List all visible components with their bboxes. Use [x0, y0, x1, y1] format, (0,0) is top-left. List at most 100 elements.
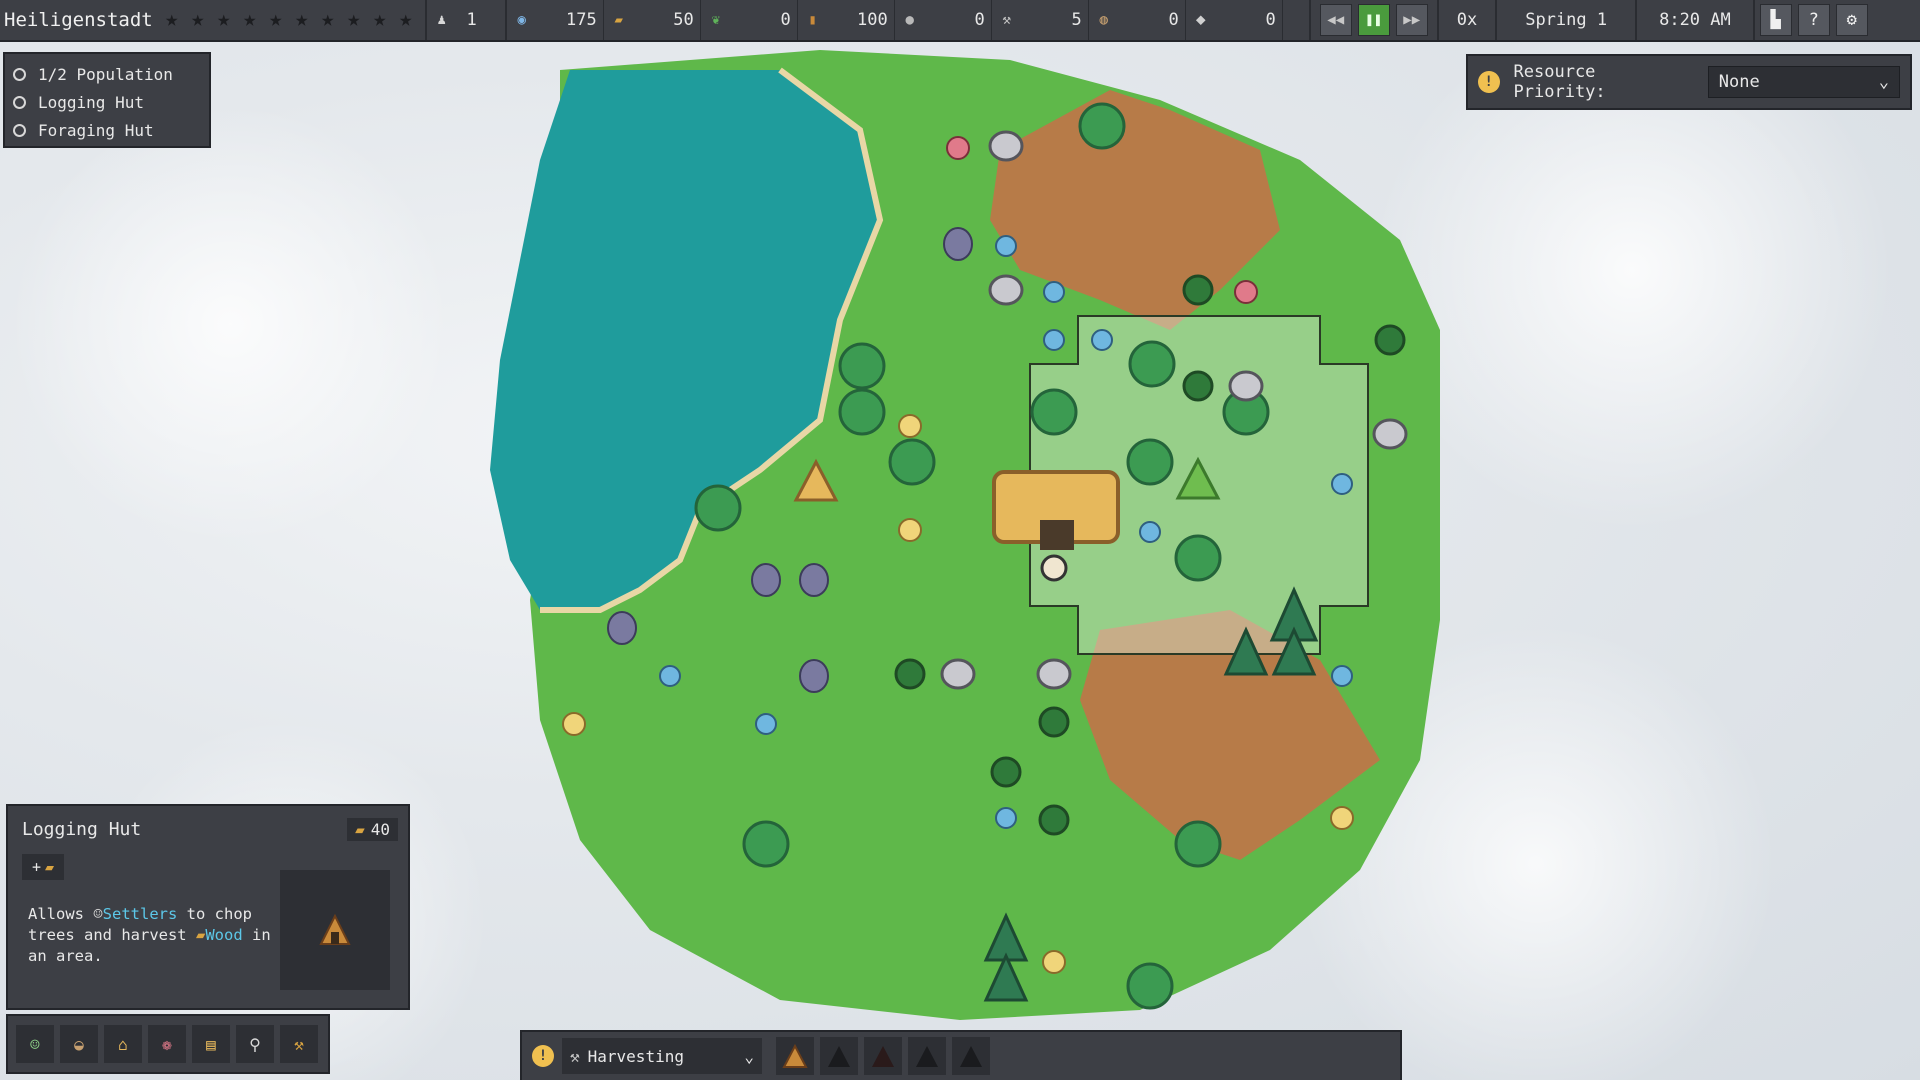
locked-building-icon: [828, 1046, 850, 1067]
storage-tool-button[interactable]: ▤: [192, 1025, 230, 1063]
building-slot-logging-hut[interactable]: [776, 1037, 814, 1075]
resource-stone[interactable]: ● 0: [895, 0, 992, 40]
inspect-tool-button[interactable]: ⚲: [236, 1025, 274, 1063]
plus-sign: +: [31, 858, 41, 876]
settings-button[interactable]: ⚙: [1835, 4, 1868, 36]
demolish-tool-button[interactable]: ⚒: [280, 1025, 318, 1063]
checkbox-icon: [13, 123, 26, 137]
help-button[interactable]: ?: [1797, 4, 1830, 36]
star-icon: ★: [295, 7, 309, 32]
wood-icon: ▰: [45, 858, 55, 876]
adds-resource-badge: + ▰: [22, 854, 64, 880]
objective-label: Logging Hut: [38, 92, 144, 112]
priority-icon: !: [532, 1045, 554, 1067]
resource-herb[interactable]: ❦ 0: [701, 0, 798, 40]
building-slot-locked[interactable]: [952, 1037, 990, 1075]
logging-hut-icon: [782, 1043, 808, 1068]
berries-icon: ❁: [162, 1034, 172, 1054]
resource-food[interactable]: ◍ 0: [1089, 0, 1186, 40]
resource-metal[interactable]: ⬥ 0: [1186, 0, 1283, 40]
info-header: Logging Hut ▰ 40: [8, 806, 408, 846]
checkbox-icon: [13, 67, 26, 81]
category-label: Harvesting: [587, 1046, 684, 1066]
wood-link: Wood: [205, 926, 243, 944]
building-slot-locked[interactable]: [908, 1037, 946, 1075]
chevron-down-icon: ⌄: [744, 1046, 754, 1066]
resources-tool-button[interactable]: ❁: [148, 1025, 186, 1063]
star-rating: ★ ★ ★ ★ ★ ★ ★ ★ ★ ★: [161, 9, 417, 31]
housing-tool-button[interactable]: ⌂: [104, 1025, 142, 1063]
food-icon: ◍: [1099, 12, 1108, 28]
speed-up-button[interactable]: ▶▶: [1395, 4, 1428, 36]
resource-wood[interactable]: ▰ 50: [604, 0, 701, 40]
objective-item: Logging Hut: [13, 88, 201, 116]
objective-item: 1/2 Population: [13, 60, 201, 88]
food-tool-button[interactable]: ◒: [60, 1025, 98, 1063]
settlers-icon: ☺: [93, 905, 103, 923]
resource-value: 0: [974, 10, 985, 30]
stats-button[interactable]: ▙: [1759, 4, 1792, 36]
chevron-down-icon: ⌄: [1878, 72, 1890, 92]
resource-value: 175: [566, 10, 597, 30]
pause-button[interactable]: ❚❚: [1357, 4, 1390, 36]
locked-building-icon: [960, 1046, 982, 1067]
wood-icon: ▰: [195, 926, 206, 944]
fast-forward-icon: ▶▶: [1403, 12, 1421, 28]
priority-dropdown[interactable]: None ⌄: [1707, 66, 1901, 98]
objective-label: Foraging Hut: [38, 120, 154, 140]
resource-bar: ◉ 175 ▰ 50 ❦ 0 ▮ 100 ● 0 ⚒ 5 ◍ 0 ⬥ 0: [504, 0, 1283, 40]
objective-item: Foraging Hut: [13, 116, 201, 144]
desc-text: Allows: [28, 905, 94, 923]
speed-controls: ◀◀ ❚❚ ▶▶: [1308, 0, 1437, 40]
population-value: 1: [466, 10, 477, 30]
population-counter[interactable]: ♟ 1: [424, 0, 483, 40]
season-label: Spring 1: [1495, 0, 1635, 40]
settlers-tool-button[interactable]: ☺: [16, 1025, 54, 1063]
resource-plank[interactable]: ▮ 100: [798, 0, 895, 40]
building-slot-locked[interactable]: [820, 1037, 858, 1075]
star-icon: ★: [243, 7, 257, 32]
resource-value: 0: [1168, 10, 1179, 30]
wood-icon: ▰: [614, 12, 623, 28]
resource-tool[interactable]: ⚒ 5: [992, 0, 1089, 40]
star-icon: ★: [321, 7, 335, 32]
top-bar: Heiligenstadt ★ ★ ★ ★ ★ ★ ★ ★ ★ ★ ♟ 1 ◉ …: [0, 0, 1920, 42]
resource-value: 5: [1071, 10, 1082, 30]
clock-label: 8:20 AM: [1635, 0, 1753, 40]
building-title: Logging Hut: [22, 818, 142, 840]
locked-building-icon: [872, 1046, 894, 1067]
population-icon: ♟: [437, 12, 446, 28]
plank-icon: ▮: [808, 12, 817, 28]
settler-character[interactable]: [1040, 554, 1068, 582]
crate-icon: ▤: [206, 1034, 216, 1054]
building-info-panel: Logging Hut ▰ 40 + ▰ Allows ☺Settlers to…: [6, 804, 410, 1010]
slow-down-button[interactable]: ◀◀: [1319, 4, 1352, 36]
cost-value: 40: [370, 819, 390, 839]
herb-icon: ❦: [711, 12, 720, 28]
building-slot-locked[interactable]: [864, 1037, 902, 1075]
star-icon: ★: [217, 7, 231, 32]
metal-icon: ⬥: [1195, 12, 1206, 28]
stone-icon: ●: [905, 12, 914, 28]
town-hall-building[interactable]: [992, 470, 1120, 550]
checkbox-icon: [13, 95, 26, 109]
basket-icon: ◒: [74, 1034, 84, 1054]
settlers-link: Settlers: [102, 905, 178, 923]
bar-chart-icon: ▙: [1770, 10, 1781, 30]
axe-icon: ⚒: [570, 1046, 580, 1066]
logging-hut-icon: [319, 913, 351, 945]
town-name[interactable]: Heiligenstadt: [0, 9, 161, 31]
settler-icon: ☺: [30, 1034, 40, 1054]
tool-icon: ⚒: [1002, 12, 1011, 28]
priority-value: None: [1718, 72, 1760, 92]
build-menu: ☺ ◒ ⌂ ❁ ▤ ⚲ ⚒: [6, 1014, 330, 1074]
resource-value: 0: [1265, 10, 1276, 30]
priority-icon: !: [1478, 71, 1500, 93]
locked-building-icon: [916, 1046, 938, 1067]
resource-settlers[interactable]: ◉ 175: [507, 0, 604, 40]
category-dropdown[interactable]: ⚒ Harvesting ⌄: [562, 1038, 762, 1074]
resource-value: 0: [780, 10, 791, 30]
star-icon: ★: [191, 7, 205, 32]
rewind-icon: ◀◀: [1327, 12, 1345, 28]
star-icon: ★: [269, 7, 283, 32]
